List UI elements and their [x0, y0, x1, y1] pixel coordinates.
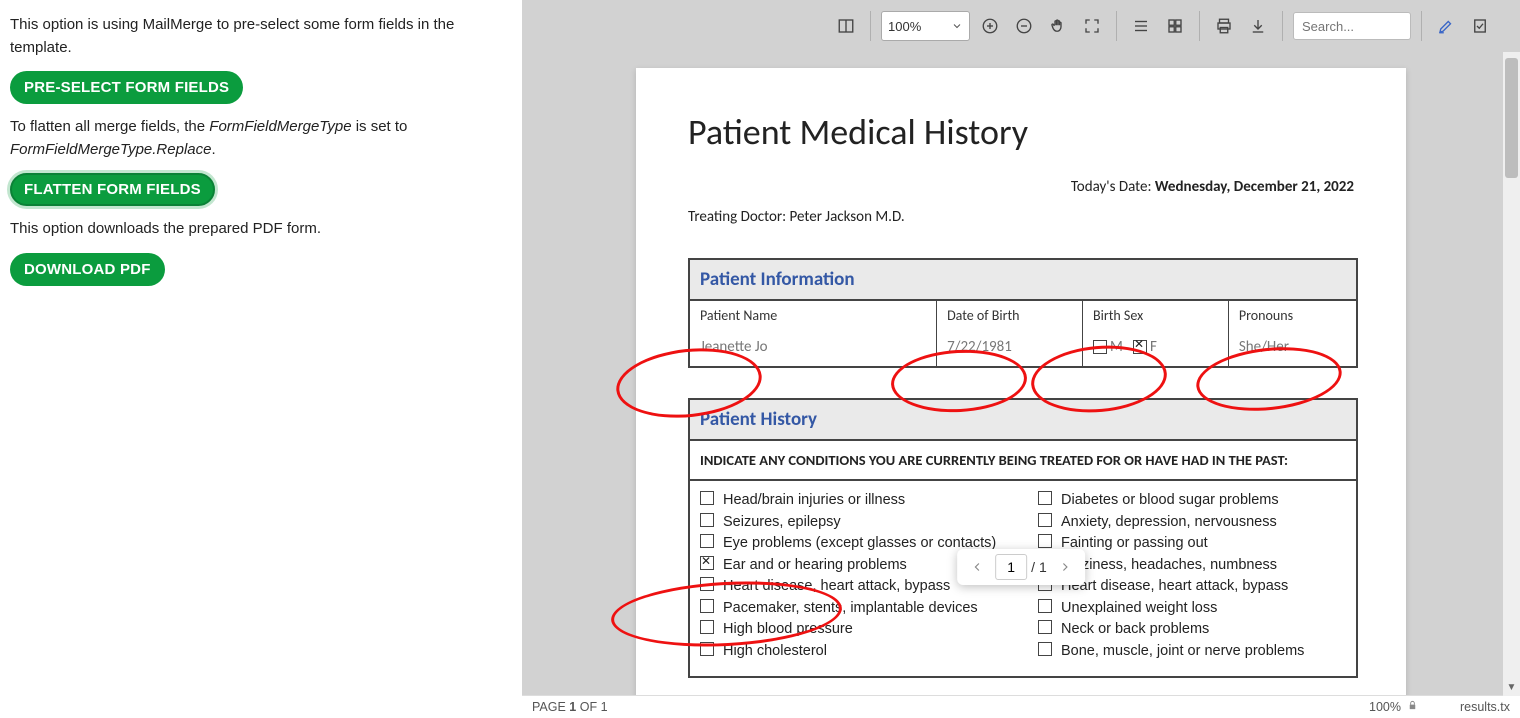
prev-page-button[interactable] [963, 553, 991, 581]
condition-checkbox [1038, 534, 1052, 548]
para-preselect: This option is using MailMerge to pre-se… [10, 14, 512, 59]
condition-checkbox [700, 556, 714, 570]
condition-checkbox [700, 491, 714, 505]
status-filename: results.tx [1460, 700, 1510, 714]
fullscreen-icon[interactable] [1078, 12, 1106, 40]
condition-item: Head/brain injuries or illness [700, 491, 1008, 511]
sex-m-checkbox [1093, 340, 1107, 354]
condition-checkbox [700, 620, 714, 634]
zoom-out-icon[interactable] [1010, 12, 1038, 40]
condition-checkbox [700, 599, 714, 613]
status-zoom: 100% [1369, 700, 1401, 714]
condition-checkbox [1038, 620, 1052, 634]
condition-label: Anxiety, depression, nervousness [1061, 513, 1277, 533]
condition-label: Pacemaker, stents, implantable devices [723, 599, 978, 619]
download-icon[interactable] [1244, 12, 1272, 40]
condition-label: Diabetes or blood sugar problems [1061, 491, 1279, 511]
condition-label: Heart disease, heart attack, bypass [1061, 577, 1288, 597]
para-flatten: To flatten all merge fields, the FormFie… [10, 116, 512, 161]
condition-label: Dizziness, headaches, numbness [1061, 556, 1277, 576]
columns-icon[interactable] [832, 12, 860, 40]
condition-checkbox [700, 642, 714, 656]
page-total: 1 [1039, 559, 1047, 575]
condition-label: Heart disease, heart attack, bypass [723, 577, 950, 597]
condition-label: Unexplained weight loss [1061, 599, 1217, 619]
condition-label: High cholesterol [723, 642, 827, 662]
section-header-info: Patient Information [690, 260, 1356, 301]
sex-f-checkbox [1133, 340, 1147, 354]
condition-checkbox [700, 513, 714, 527]
grid-view-icon[interactable] [1161, 12, 1189, 40]
condition-checkbox [1038, 491, 1052, 505]
condition-item: High cholesterol [700, 642, 1008, 662]
page-number-input[interactable] [995, 554, 1027, 580]
form-complete-icon[interactable] [1466, 12, 1494, 40]
history-instruction: INDICATE ANY CONDITIONS YOU ARE CURRENTL… [690, 441, 1356, 481]
search-input[interactable] [1293, 12, 1411, 40]
condition-item: Neck or back problems [1038, 620, 1346, 640]
para-download: This option downloads the prepared PDF f… [10, 218, 512, 241]
patient-name-value: Jeanette Jo [700, 338, 926, 356]
condition-item: Seizures, epilepsy [700, 513, 1008, 533]
condition-label: Seizures, epilepsy [723, 513, 841, 533]
condition-item: Diabetes or blood sugar problems [1038, 491, 1346, 511]
document-viewer: 100% Patient Medical History [522, 0, 1520, 718]
pronouns-value: She/Her [1239, 338, 1346, 356]
condition-checkbox [700, 577, 714, 591]
next-page-button[interactable] [1051, 553, 1079, 581]
document-scroll-area[interactable]: Patient Medical History Today's Date: We… [522, 52, 1520, 695]
chevron-down-icon [951, 20, 963, 32]
condition-item: High blood pressure [700, 620, 1008, 640]
condition-item: Anxiety, depression, nervousness [1038, 513, 1346, 533]
info-pronouns-cell: Pronouns She/Her [1229, 301, 1356, 366]
left-panel: This option is using MailMerge to pre-se… [0, 0, 522, 718]
viewer-toolbar: 100% [522, 0, 1520, 52]
doctor-line: Treating Doctor: Peter Jackson M.D. [688, 208, 1354, 226]
scrollbar-down-arrow[interactable]: ▼ [1503, 679, 1520, 696]
condition-item: Bone, muscle, joint or nerve problems [1038, 642, 1346, 662]
condition-label: Neck or back problems [1061, 620, 1209, 640]
info-dob-cell: Date of Birth 7/22/1981 [937, 301, 1083, 366]
condition-label: Bone, muscle, joint or nerve problems [1061, 642, 1304, 662]
dob-value: 7/22/1981 [947, 338, 1072, 356]
doc-title: Patient Medical History [688, 110, 1354, 154]
list-view-icon[interactable] [1127, 12, 1155, 40]
vertical-scrollbar[interactable]: ▼ [1503, 52, 1520, 696]
condition-label: High blood pressure [723, 620, 853, 640]
patient-info-section: Patient Information Patient Name Jeanett… [688, 258, 1358, 368]
download-pdf-button[interactable]: DOWNLOAD PDF [10, 253, 165, 286]
flatten-form-fields-button[interactable]: FLATTEN FORM FIELDS [10, 173, 215, 206]
zoom-in-icon[interactable] [976, 12, 1004, 40]
condition-checkbox [1038, 599, 1052, 613]
pan-icon[interactable] [1044, 12, 1072, 40]
page-navigator: / 1 [957, 549, 1085, 585]
condition-item: Unexplained weight loss [1038, 599, 1346, 619]
condition-label: Head/brain injuries or illness [723, 491, 905, 511]
lock-icon [1407, 700, 1418, 714]
patient-history-section: Patient History INDICATE ANY CONDITIONS … [688, 398, 1358, 678]
scrollbar-thumb[interactable] [1505, 58, 1518, 178]
condition-label: Eye problems (except glasses or contacts… [723, 534, 996, 554]
condition-checkbox [700, 534, 714, 548]
section-header-history: Patient History [690, 400, 1356, 441]
today-date-line: Today's Date: Wednesday, December 21, 20… [688, 178, 1354, 196]
condition-checkbox [1038, 513, 1052, 527]
info-name-cell: Patient Name Jeanette Jo [690, 301, 937, 366]
print-icon[interactable] [1210, 12, 1238, 40]
preselect-form-fields-button[interactable]: PRE-SELECT FORM FIELDS [10, 71, 243, 104]
status-bar: PAGE 1 OF 1 100% results.tx [522, 695, 1520, 718]
condition-item: Pacemaker, stents, implantable devices [700, 599, 1008, 619]
condition-label: Ear and or hearing problems [723, 556, 907, 576]
condition-checkbox [1038, 642, 1052, 656]
info-sex-cell: Birth Sex M F [1083, 301, 1229, 366]
zoom-select[interactable]: 100% [881, 11, 970, 41]
document-page: Patient Medical History Today's Date: We… [636, 68, 1406, 695]
highlight-icon[interactable] [1432, 12, 1460, 40]
